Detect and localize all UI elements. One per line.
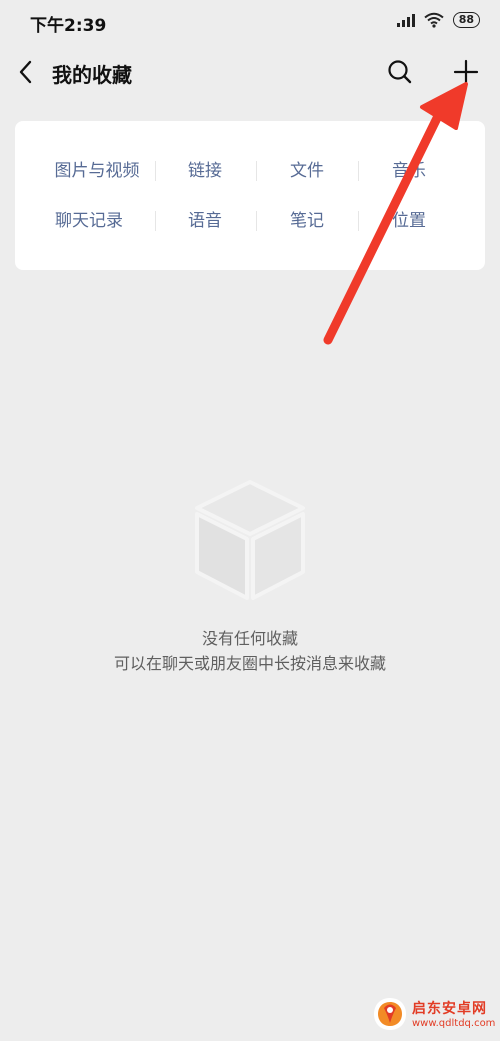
category-chat-history[interactable]: 聊天记录 xyxy=(39,208,139,234)
category-files[interactable]: 文件 xyxy=(257,158,357,184)
empty-title: 没有任何收藏 xyxy=(201,629,298,648)
status-time: 下午2:39 xyxy=(30,16,107,36)
category-notes[interactable]: 笔记 xyxy=(257,208,357,234)
back-icon[interactable] xyxy=(12,54,42,90)
battery-icon: 88 xyxy=(452,12,480,28)
status-bar: 下午2:39 88 xyxy=(0,0,500,44)
category-location[interactable]: 位置 xyxy=(359,208,459,234)
category-photos-videos[interactable]: 图片与视频 xyxy=(47,158,147,184)
empty-hint: 可以在聊天或朋友圈中长按消息来收藏 xyxy=(113,654,386,673)
watermark: 启东安卓网 www.qdltdq.com xyxy=(370,992,498,1038)
cube-icon xyxy=(195,480,305,600)
category-row-2: 聊天记录 语音 笔记 位置 xyxy=(15,208,485,234)
category-music[interactable]: 音乐 xyxy=(359,158,459,184)
category-card: 图片与视频 链接 文件 音乐 聊天记录 语音 笔记 位置 xyxy=(15,121,485,270)
watermark-url: www.qdltdq.com xyxy=(412,1018,496,1029)
category-voice[interactable]: 语音 xyxy=(155,208,255,234)
watermark-name: 启东安卓网 xyxy=(412,1001,487,1017)
signal-icon xyxy=(396,13,415,27)
category-row-1: 图片与视频 链接 文件 音乐 xyxy=(15,158,485,184)
plus-icon[interactable] xyxy=(451,57,481,87)
category-links[interactable]: 链接 xyxy=(155,158,255,184)
nav-bar: 我的收藏 xyxy=(0,44,500,100)
page-title: 我的收藏 xyxy=(52,63,132,87)
status-icons: 88 xyxy=(396,12,480,28)
watermark-logo-icon xyxy=(374,998,406,1030)
wifi-icon xyxy=(424,12,444,28)
search-icon[interactable] xyxy=(386,58,414,86)
